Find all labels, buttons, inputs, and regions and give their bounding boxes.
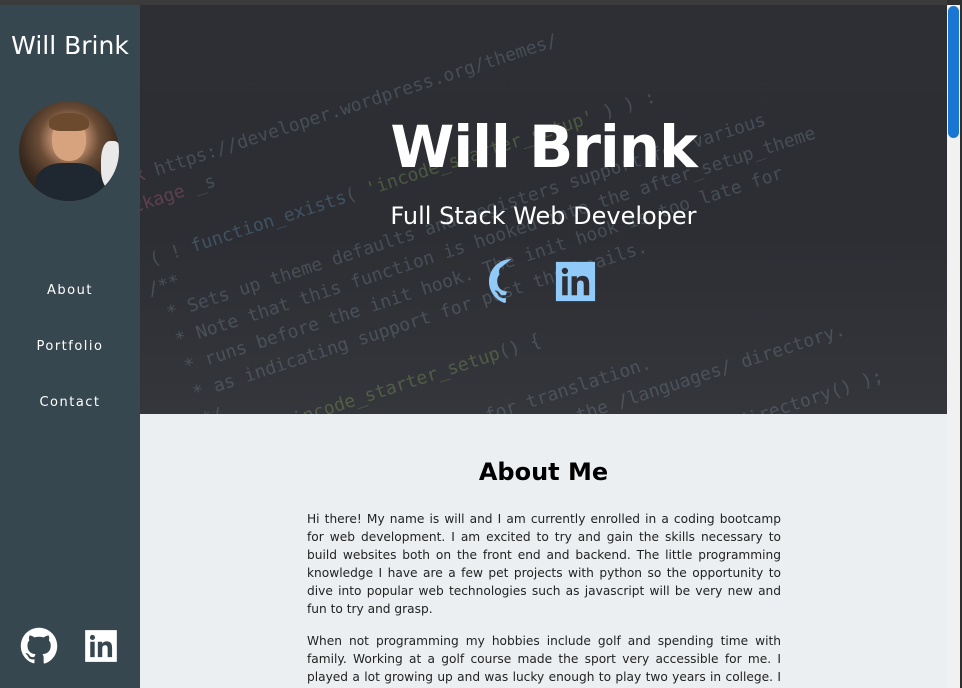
nav-portfolio[interactable]: Portfolio bbox=[0, 339, 140, 395]
github-icon[interactable] bbox=[20, 627, 58, 665]
nav-contact[interactable]: Contact bbox=[0, 395, 140, 451]
about-paragraph-1: Hi there! My name is will and I am curre… bbox=[307, 512, 781, 616]
about-heading: About Me bbox=[478, 458, 609, 486]
github-icon[interactable] bbox=[488, 258, 535, 305]
hero-banner: @link https://developer.wordpress.org/th… bbox=[140, 5, 947, 414]
hero-social-links bbox=[140, 258, 947, 305]
about-section: About Me Hi there! My name is will and I… bbox=[140, 414, 947, 688]
avatar bbox=[19, 101, 119, 201]
about-paragraph-2: When not programming my hobbies include … bbox=[307, 634, 781, 684]
hero-subtitle: Full Stack Web Developer bbox=[390, 202, 697, 230]
sidebar: Will Brink About Portfolio Contact bbox=[0, 5, 140, 688]
linkedin-icon[interactable] bbox=[82, 627, 120, 665]
sidebar-nav: About Portfolio Contact bbox=[0, 283, 140, 451]
sidebar-social-links bbox=[0, 627, 140, 665]
hero-title: Will Brink bbox=[390, 113, 697, 181]
scrollbar-thumb[interactable] bbox=[948, 6, 959, 138]
nav-about[interactable]: About bbox=[0, 283, 140, 339]
linkedin-icon[interactable] bbox=[552, 258, 599, 305]
brand-name[interactable]: Will Brink bbox=[0, 31, 140, 60]
